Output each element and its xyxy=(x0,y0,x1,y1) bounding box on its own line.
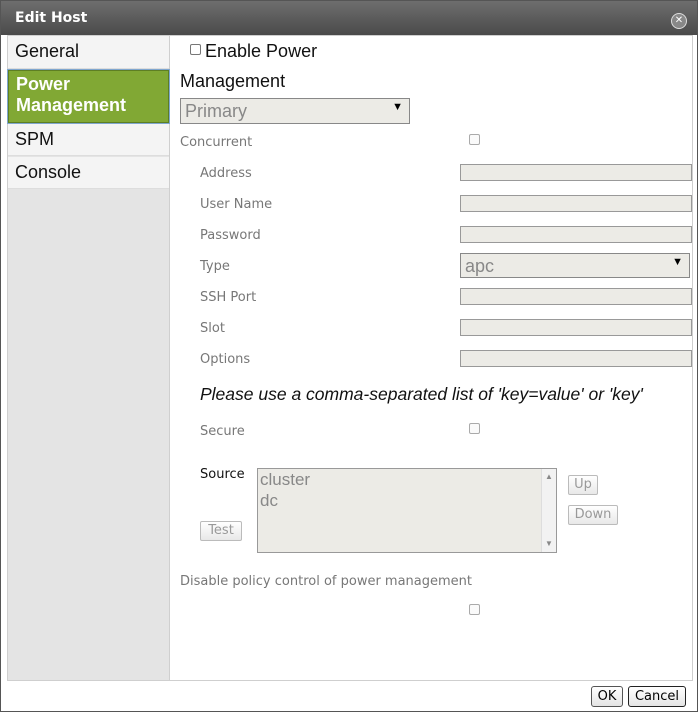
sidebar-item-spm[interactable]: SPM xyxy=(8,124,169,156)
password-label: Password xyxy=(200,228,261,243)
enable-power-checkbox[interactable] xyxy=(190,44,201,55)
list-item[interactable]: dc xyxy=(260,491,278,511)
address-label: Address xyxy=(200,166,252,181)
disable-policy-label: Disable policy control of power manageme… xyxy=(180,574,473,589)
ok-button[interactable]: OK xyxy=(591,686,623,707)
username-field[interactable] xyxy=(460,195,692,212)
edit-host-dialog: Edit Host ✕ General Power Management SPM… xyxy=(0,0,698,712)
title-bar[interactable]: Edit Host ✕ xyxy=(1,1,697,35)
concurrent-label: Concurrent xyxy=(180,135,253,150)
secure-label: Secure xyxy=(200,424,245,439)
source-label: Source xyxy=(200,467,245,482)
type-select-value: apc xyxy=(465,256,495,276)
up-button[interactable]: Up xyxy=(568,475,598,495)
dropdown-arrow-icon: ▼ xyxy=(672,256,683,268)
dialog-title: Edit Host xyxy=(15,10,88,26)
options-label: Options xyxy=(200,352,251,367)
disable-policy-checkbox[interactable] xyxy=(469,604,480,615)
sidebar-item-console[interactable]: Console xyxy=(8,157,169,189)
slot-field[interactable] xyxy=(460,319,692,336)
scroll-up-icon[interactable]: ▲ xyxy=(545,472,553,481)
listbox-scrollbar[interactable]: ▲ ▼ xyxy=(541,469,556,552)
management-select[interactable]: Primary ▼ xyxy=(180,98,410,124)
down-button[interactable]: Down xyxy=(568,505,618,525)
concurrent-checkbox[interactable] xyxy=(469,134,480,145)
enable-power-label: Enable Power xyxy=(205,41,318,61)
sidebar-item-power-management[interactable]: Power Management xyxy=(8,70,169,123)
sidebar-item-label: Console xyxy=(15,162,82,182)
ssh-port-label: SSH Port xyxy=(200,290,257,305)
type-select[interactable]: apc ▼ xyxy=(460,253,690,278)
sidebar-item-general[interactable]: General xyxy=(8,36,169,69)
list-item[interactable]: cluster xyxy=(260,470,310,490)
slot-label: Slot xyxy=(200,321,225,336)
source-listbox[interactable]: cluster dc ▲ ▼ xyxy=(257,468,557,553)
management-select-value: Primary xyxy=(185,101,247,121)
sidebar-item-label: SPM xyxy=(15,129,55,149)
sidebar: General Power Management SPM Console xyxy=(8,36,170,680)
username-label: User Name xyxy=(200,197,273,212)
cancel-button[interactable]: Cancel xyxy=(628,686,686,707)
options-hint: Please use a comma-separated list of 'ke… xyxy=(200,384,643,404)
type-label: Type xyxy=(200,259,230,274)
management-heading: Management xyxy=(180,71,286,91)
scroll-down-icon[interactable]: ▼ xyxy=(545,539,553,548)
dropdown-arrow-icon: ▼ xyxy=(392,101,403,113)
secure-checkbox[interactable] xyxy=(469,423,480,434)
ssh-port-field[interactable] xyxy=(460,288,692,305)
password-field[interactable] xyxy=(460,226,692,243)
address-field[interactable] xyxy=(460,164,692,181)
options-field[interactable] xyxy=(460,350,692,367)
sidebar-item-label: General xyxy=(15,41,80,61)
sidebar-item-label-line1: Power xyxy=(16,74,71,94)
close-icon[interactable]: ✕ xyxy=(671,13,687,29)
test-button[interactable]: Test xyxy=(200,521,242,541)
sidebar-item-label-line2: Management xyxy=(16,95,127,115)
